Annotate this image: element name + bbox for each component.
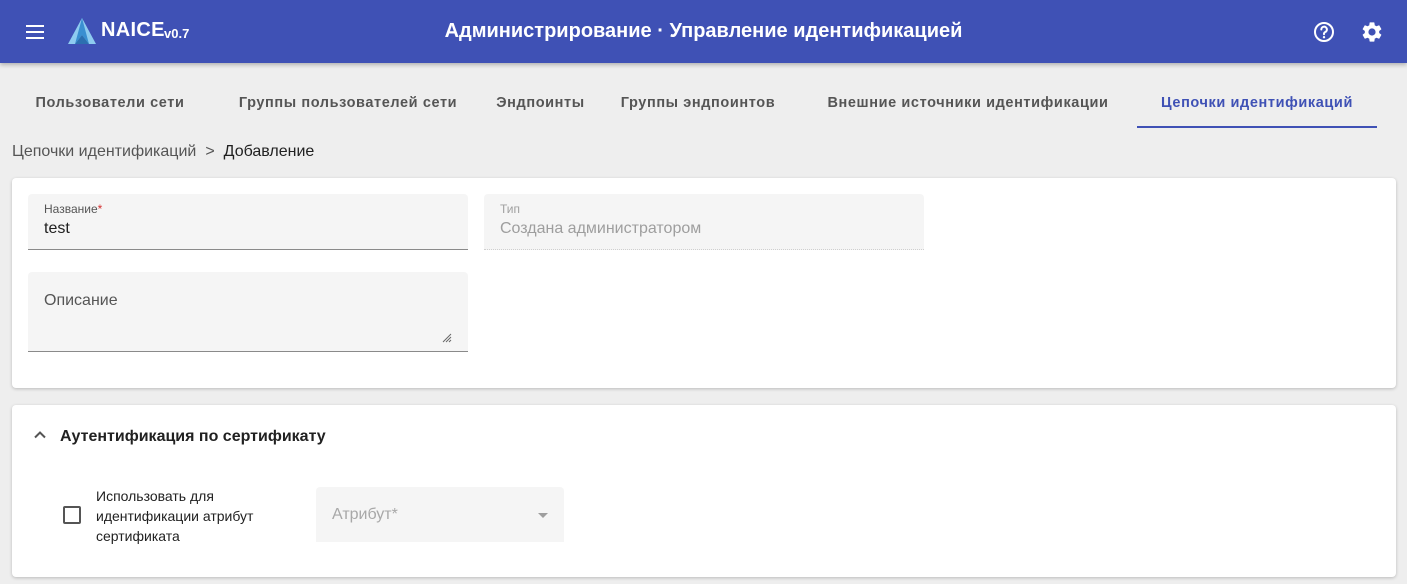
breadcrumb-parent[interactable]: Цепочки идентификаций (12, 143, 196, 160)
type-label: Тип (500, 202, 521, 216)
help-icon[interactable] (1312, 20, 1336, 44)
name-input[interactable] (44, 220, 434, 238)
tab-network-user-groups[interactable]: Группы пользователей сети (208, 80, 488, 126)
description-textarea[interactable] (44, 292, 434, 340)
tab-identity-chains[interactable]: Цепочки идентификаций (1137, 80, 1377, 128)
breadcrumb-current: Добавление (223, 143, 315, 160)
name-label: Название* (44, 202, 103, 216)
attribute-select-placeholder: Атрибут* (332, 506, 398, 523)
type-input (500, 220, 890, 238)
type-field: Тип (484, 194, 924, 250)
main-form-card: Название* Тип (12, 178, 1396, 388)
dropdown-arrow-icon (538, 513, 548, 518)
name-field[interactable]: Название* (28, 194, 468, 250)
page-title: Администрирование · Управление идентифик… (444, 20, 963, 42)
description-field[interactable] (28, 272, 468, 352)
cert-auth-panel: Аутентификация по сертификату Использова… (12, 405, 1396, 577)
chevron-up-icon (34, 431, 46, 439)
tab-endpoints[interactable]: Эндпоинты (488, 80, 593, 126)
cert-auth-header[interactable]: Аутентификация по сертификату (12, 405, 1396, 469)
tab-network-users[interactable]: Пользователи сети (12, 80, 208, 126)
attribute-select: Атрибут* (316, 487, 564, 542)
breadcrumb-separator: > (205, 143, 215, 160)
cert-auth-title: Аутентификация по сертификату (60, 428, 326, 445)
use-cert-attribute-label[interactable]: Использовать для идентификации атрибут с… (96, 486, 286, 546)
resize-handle-icon[interactable] (442, 333, 452, 343)
gear-icon[interactable] (1360, 20, 1384, 44)
tab-external-sources[interactable]: Внешние источники идентификации (808, 80, 1128, 126)
use-cert-attribute-checkbox[interactable] (63, 506, 81, 524)
app-bar: NAICE v0.7 Администрирование · Управлени… (0, 0, 1407, 63)
breadcrumb: Цепочки идентификаций > Добавление (12, 143, 314, 161)
tab-endpoint-groups[interactable]: Группы эндпоинтов (613, 80, 783, 126)
